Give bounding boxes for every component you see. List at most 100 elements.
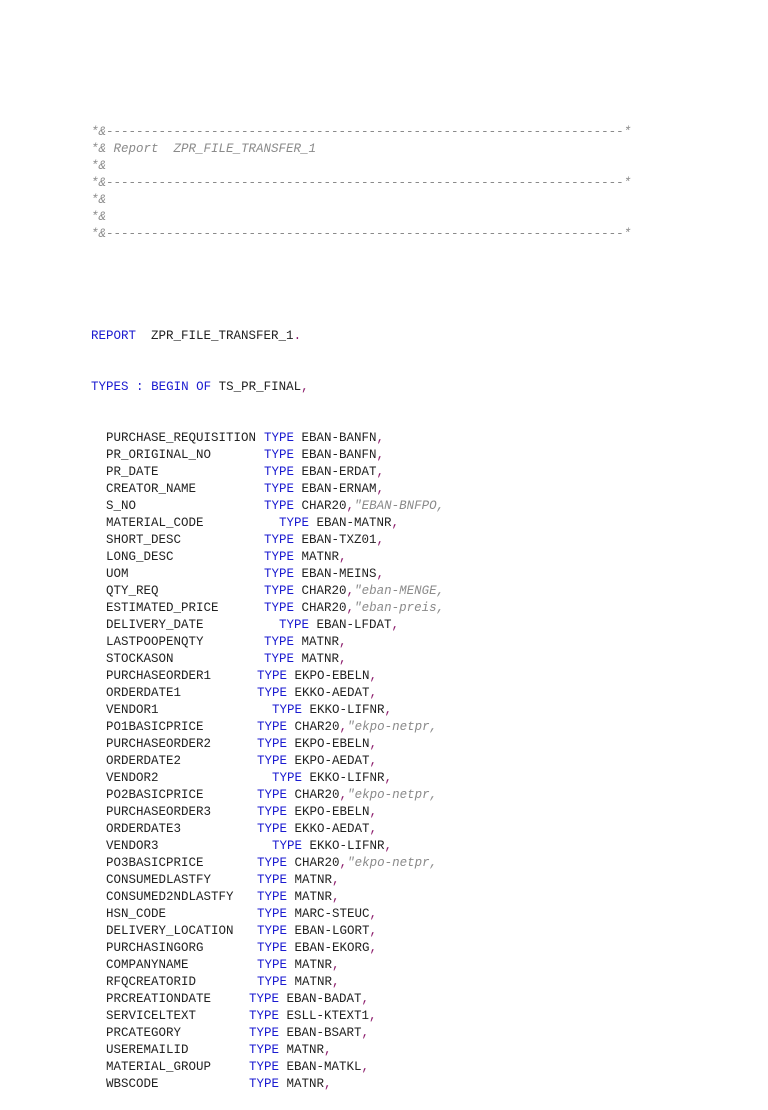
type-keyword: TYPE bbox=[257, 805, 288, 819]
type-keyword: TYPE bbox=[249, 1077, 280, 1091]
comma: , bbox=[346, 601, 355, 615]
comma: , bbox=[369, 941, 378, 955]
field-row: VENDOR3 TYPE EKKO-LIFNR, bbox=[91, 838, 631, 855]
field-name: MATERIAL_GROUP bbox=[106, 1060, 212, 1074]
field-row: PO3BASICPRICE TYPE CHAR20,"ekpo-netpr, bbox=[91, 855, 631, 872]
type-keyword: TYPE bbox=[272, 771, 303, 785]
field-row: PO2BASICPRICE TYPE CHAR20,"ekpo-netpr, bbox=[91, 787, 631, 804]
structure-name: TS_PR_FINAL bbox=[218, 380, 302, 394]
inline-comment: "ekpo-netpr, bbox=[347, 788, 438, 802]
comma: , bbox=[376, 567, 385, 581]
field-name: ORDERDATE3 bbox=[106, 822, 182, 836]
field-name: PURCHASEORDER2 bbox=[106, 737, 212, 751]
type-value: EBAN-MEINS bbox=[301, 567, 377, 581]
type-value: EBAN-EKORG bbox=[294, 941, 370, 955]
field-row: MATERIAL_GROUP TYPE EBAN-MATKL, bbox=[91, 1059, 631, 1076]
field-row: CONSUMED2NDLASTFY TYPE MATNR, bbox=[91, 889, 631, 906]
type-keyword: TYPE bbox=[264, 482, 295, 496]
field-name: WBSCODE bbox=[106, 1077, 159, 1091]
field-name: COMPANYNAME bbox=[106, 958, 189, 972]
field-name: PR_ORIGINAL_NO bbox=[106, 448, 212, 462]
type-keyword: TYPE bbox=[272, 839, 303, 853]
field-type-decl: TYPE MATNR, bbox=[264, 549, 347, 566]
field-name: VENDOR3 bbox=[106, 839, 159, 853]
field-name: PO2BASICPRICE bbox=[106, 788, 204, 802]
type-value: MATNR bbox=[301, 550, 340, 564]
field-row: PURCHASEORDER3 TYPE EKPO-EBELN, bbox=[91, 804, 631, 821]
field-type-decl: TYPE EKKO-LIFNR, bbox=[272, 838, 392, 855]
type-value: EBAN-BANFN bbox=[301, 431, 377, 445]
code-listing: *&--------------------------------------… bbox=[91, 90, 631, 1110]
type-keyword: TYPE bbox=[257, 890, 288, 904]
comment-line: *&--------------------------------------… bbox=[91, 125, 632, 139]
type-value: EBAN-BANFN bbox=[301, 448, 377, 462]
comment-line: *& bbox=[91, 193, 107, 207]
type-keyword: TYPE bbox=[257, 941, 288, 955]
type-keyword: TYPE bbox=[249, 1009, 280, 1023]
type-keyword: TYPE bbox=[257, 958, 288, 972]
comma: , bbox=[391, 516, 400, 530]
field-type-decl: TYPE CHAR20,"EBAN-BNFPO, bbox=[264, 498, 444, 515]
field-row: PO1BASICPRICE TYPE CHAR20,"ekpo-netpr, bbox=[91, 719, 631, 736]
field-type-decl: TYPE MATNR, bbox=[257, 889, 340, 906]
field-name: PR_DATE bbox=[106, 465, 159, 479]
field-name: UOM bbox=[106, 567, 129, 581]
comma: , bbox=[369, 1009, 377, 1023]
comment-line: *& Report ZPR_FILE_TRANSFER_1 bbox=[91, 142, 317, 156]
field-row: SHORT_DESC TYPE EBAN-TXZ01, bbox=[91, 532, 631, 549]
type-value: EBAN-LFDAT bbox=[316, 618, 392, 632]
type-value: EBAN-BADAT bbox=[286, 992, 362, 1006]
type-value: MARC-STEUC bbox=[294, 907, 370, 921]
field-type-decl: TYPE EBAN-BANFN, bbox=[264, 430, 384, 447]
inline-comment: "ekpo-netpr, bbox=[347, 856, 438, 870]
comma: , bbox=[369, 754, 378, 768]
comma: , bbox=[339, 550, 347, 564]
comma: , bbox=[384, 703, 393, 717]
field-row: PURCHASEORDER2 TYPE EKPO-EBELN, bbox=[91, 736, 631, 753]
field-type-decl: TYPE MATNR, bbox=[257, 957, 340, 974]
field-name: LASTPOOPENQTY bbox=[106, 635, 204, 649]
field-row: LONG_DESC TYPE MATNR, bbox=[91, 549, 631, 566]
field-row: SERVICELTEXT TYPE ESLL-KTEXT1, bbox=[91, 1008, 631, 1025]
type-keyword: TYPE bbox=[257, 907, 288, 921]
header-comment-block: *&--------------------------------------… bbox=[91, 124, 631, 243]
type-keyword: TYPE bbox=[257, 822, 288, 836]
type-keyword: TYPE bbox=[249, 1060, 280, 1074]
field-type-decl: TYPE EKPO-EBELN, bbox=[257, 668, 377, 685]
type-value: MATNR bbox=[301, 652, 340, 666]
field-type-decl: TYPE EBAN-MATKL, bbox=[249, 1059, 369, 1076]
field-row: PURCHASE_REQUISITION TYPE EBAN-BANFN, bbox=[91, 430, 631, 447]
comma: , bbox=[369, 924, 378, 938]
type-value: MATNR bbox=[286, 1077, 325, 1091]
field-type-decl: TYPE CHAR20,"ekpo-netpr, bbox=[257, 855, 437, 872]
type-keyword: TYPE bbox=[264, 652, 295, 666]
field-name: STOCKASON bbox=[106, 652, 174, 666]
field-name: DELIVERY_DATE bbox=[106, 618, 204, 632]
field-name: RFQCREATORID bbox=[106, 975, 197, 989]
comma: , bbox=[339, 652, 347, 666]
field-name: SERVICELTEXT bbox=[106, 1009, 197, 1023]
field-name: MATERIAL_CODE bbox=[106, 516, 204, 530]
field-name: USEREMAILID bbox=[106, 1043, 189, 1057]
comma: , bbox=[384, 839, 393, 853]
type-keyword: TYPE bbox=[257, 720, 288, 734]
field-name: PO3BASICPRICE bbox=[106, 856, 204, 870]
field-row: STOCKASON TYPE MATNR, bbox=[91, 651, 631, 668]
field-type-decl: TYPE ESLL-KTEXT1, bbox=[249, 1008, 377, 1025]
field-type-decl: TYPE CHAR20,"eban-MENGE, bbox=[264, 583, 444, 600]
field-name: LONG_DESC bbox=[106, 550, 174, 564]
comma: , bbox=[376, 533, 385, 547]
comma: , bbox=[369, 907, 378, 921]
comma: , bbox=[369, 805, 378, 819]
type-value: EBAN-BSART bbox=[286, 1026, 362, 1040]
field-row: DELIVERY_DATE TYPE EBAN-LFDAT, bbox=[91, 617, 631, 634]
field-name: CREATOR_NAME bbox=[106, 482, 197, 496]
field-row: PURCHASINGORG TYPE EBAN-EKORG, bbox=[91, 940, 631, 957]
field-list: PURCHASE_REQUISITION TYPE EBAN-BANFN, PR_O… bbox=[91, 430, 631, 1093]
field-row: PR_DATE TYPE EBAN-ERDAT, bbox=[91, 464, 631, 481]
field-row: LASTPOOPENQTY TYPE MATNR, bbox=[91, 634, 631, 651]
comma: , bbox=[332, 890, 340, 904]
field-type-decl: TYPE EKPO-EBELN, bbox=[257, 804, 377, 821]
report-keyword: REPORT bbox=[91, 329, 137, 343]
comma: , bbox=[332, 873, 340, 887]
